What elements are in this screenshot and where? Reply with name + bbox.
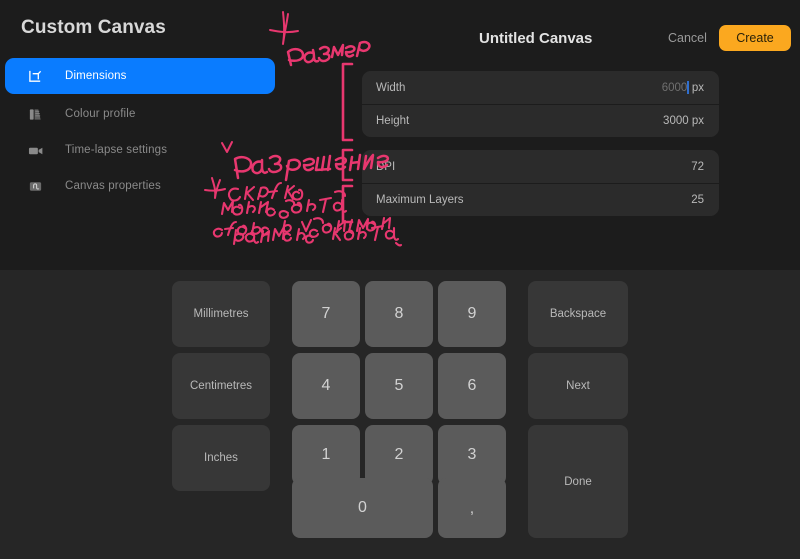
height-unit: px: [691, 115, 704, 127]
digit-key-6[interactable]: 6: [438, 353, 506, 419]
field-value-height[interactable]: 3000 px: [663, 115, 704, 127]
sidebar-item-dimensions[interactable]: Dimensions: [5, 58, 275, 94]
sidebar-item-canvas-properties[interactable]: Canvas properties: [5, 168, 275, 204]
canvas-name-title: Untitled Canvas: [479, 30, 593, 47]
key-label: 6: [467, 377, 477, 394]
next-key[interactable]: Next: [528, 353, 628, 419]
field-label: Maximum Layers: [376, 194, 464, 206]
sidebar-item-time-lapse-settings[interactable]: Time-lapse settings: [5, 132, 275, 168]
key-label: 2: [394, 446, 404, 463]
field-label: Width: [376, 81, 406, 94]
field-label: DPI: [376, 160, 396, 173]
settings-panel: Custom Canvas Untitled Canvas Cancel Cre…: [0, 0, 800, 270]
field-row-dpi[interactable]: DPI 72: [362, 150, 719, 183]
digit-key-9[interactable]: 9: [438, 281, 506, 347]
field-row-maximum-layers[interactable]: Maximum Layers 25: [362, 183, 719, 216]
field-row-height[interactable]: Height 3000 px: [362, 104, 719, 137]
digit-key-3[interactable]: 3: [438, 425, 506, 485]
key-label: Millimetres: [193, 308, 249, 320]
width-unit: px: [691, 81, 704, 94]
numeric-keypad: Millimetres Centimetres Inches Pixels 7 …: [0, 270, 800, 559]
video-camera-icon: [27, 142, 44, 159]
field-row-width[interactable]: Width 6000 px: [362, 71, 719, 104]
key-label: Done: [564, 475, 592, 488]
key-label: 4: [321, 377, 331, 394]
key-label: 3: [467, 446, 477, 463]
digit-key-1[interactable]: 1: [292, 425, 360, 485]
sidebar-item-label: Colour profile: [65, 108, 136, 120]
done-key[interactable]: Done: [528, 425, 628, 538]
sidebar-item-label: Time-lapse settings: [65, 144, 168, 156]
key-label: 0: [358, 499, 367, 516]
key-label: 5: [394, 377, 404, 394]
unit-key-inches[interactable]: Inches: [172, 425, 270, 491]
key-label: Inches: [204, 452, 238, 464]
backspace-key[interactable]: Backspace: [528, 281, 628, 347]
sidebar-item-label: Dimensions: [65, 70, 127, 82]
key-label: Next: [566, 380, 590, 392]
create-button[interactable]: Create: [719, 25, 791, 51]
field-label: Height: [376, 115, 410, 127]
field-value-dpi[interactable]: 72: [691, 161, 704, 173]
key-label: 8: [394, 305, 404, 322]
key-label: 9: [467, 305, 477, 322]
sidebar-item-label: Canvas properties: [65, 180, 161, 192]
sidebar-item-colour-profile[interactable]: Colour profile: [5, 96, 275, 132]
unit-key-centimetres[interactable]: Centimetres: [172, 353, 270, 419]
dimensions-field-group: Width 6000 px Height 3000 px: [362, 71, 719, 137]
field-value-maximum-layers[interactable]: 25: [691, 194, 704, 206]
key-label: Centimetres: [190, 380, 252, 392]
digit-key-2[interactable]: 2: [365, 425, 433, 485]
page-title: Custom Canvas: [21, 17, 166, 38]
key-label: Backspace: [549, 308, 607, 320]
properties-field-group: DPI 72 Maximum Layers 25: [362, 150, 719, 216]
digit-key-0[interactable]: 0: [292, 478, 433, 538]
key-label: 1: [321, 446, 331, 463]
custom-canvas-dialog: Custom Canvas Untitled Canvas Cancel Cre…: [0, 0, 800, 559]
cancel-button[interactable]: Cancel: [668, 31, 707, 45]
digit-key-4[interactable]: 4: [292, 353, 360, 419]
decimal-separator-key[interactable]: ,: [438, 478, 506, 538]
field-value-width[interactable]: 6000 px: [662, 81, 704, 94]
width-value: 6000: [661, 81, 688, 94]
crop-corner-icon: [27, 68, 44, 85]
canvas-properties-icon: [27, 178, 44, 195]
text-caret: [687, 81, 689, 94]
digit-key-5[interactable]: 5: [365, 353, 433, 419]
colour-swatch-icon: [27, 106, 44, 123]
digit-key-8[interactable]: 8: [365, 281, 433, 347]
settings-sidebar: Dimensions Colour profile Time-lapse set…: [0, 58, 300, 204]
height-value: 3000: [663, 115, 689, 127]
digit-key-7[interactable]: 7: [292, 281, 360, 347]
key-label: 7: [321, 305, 331, 322]
unit-key-millimetres[interactable]: Millimetres: [172, 281, 270, 347]
key-label: ,: [469, 499, 475, 517]
